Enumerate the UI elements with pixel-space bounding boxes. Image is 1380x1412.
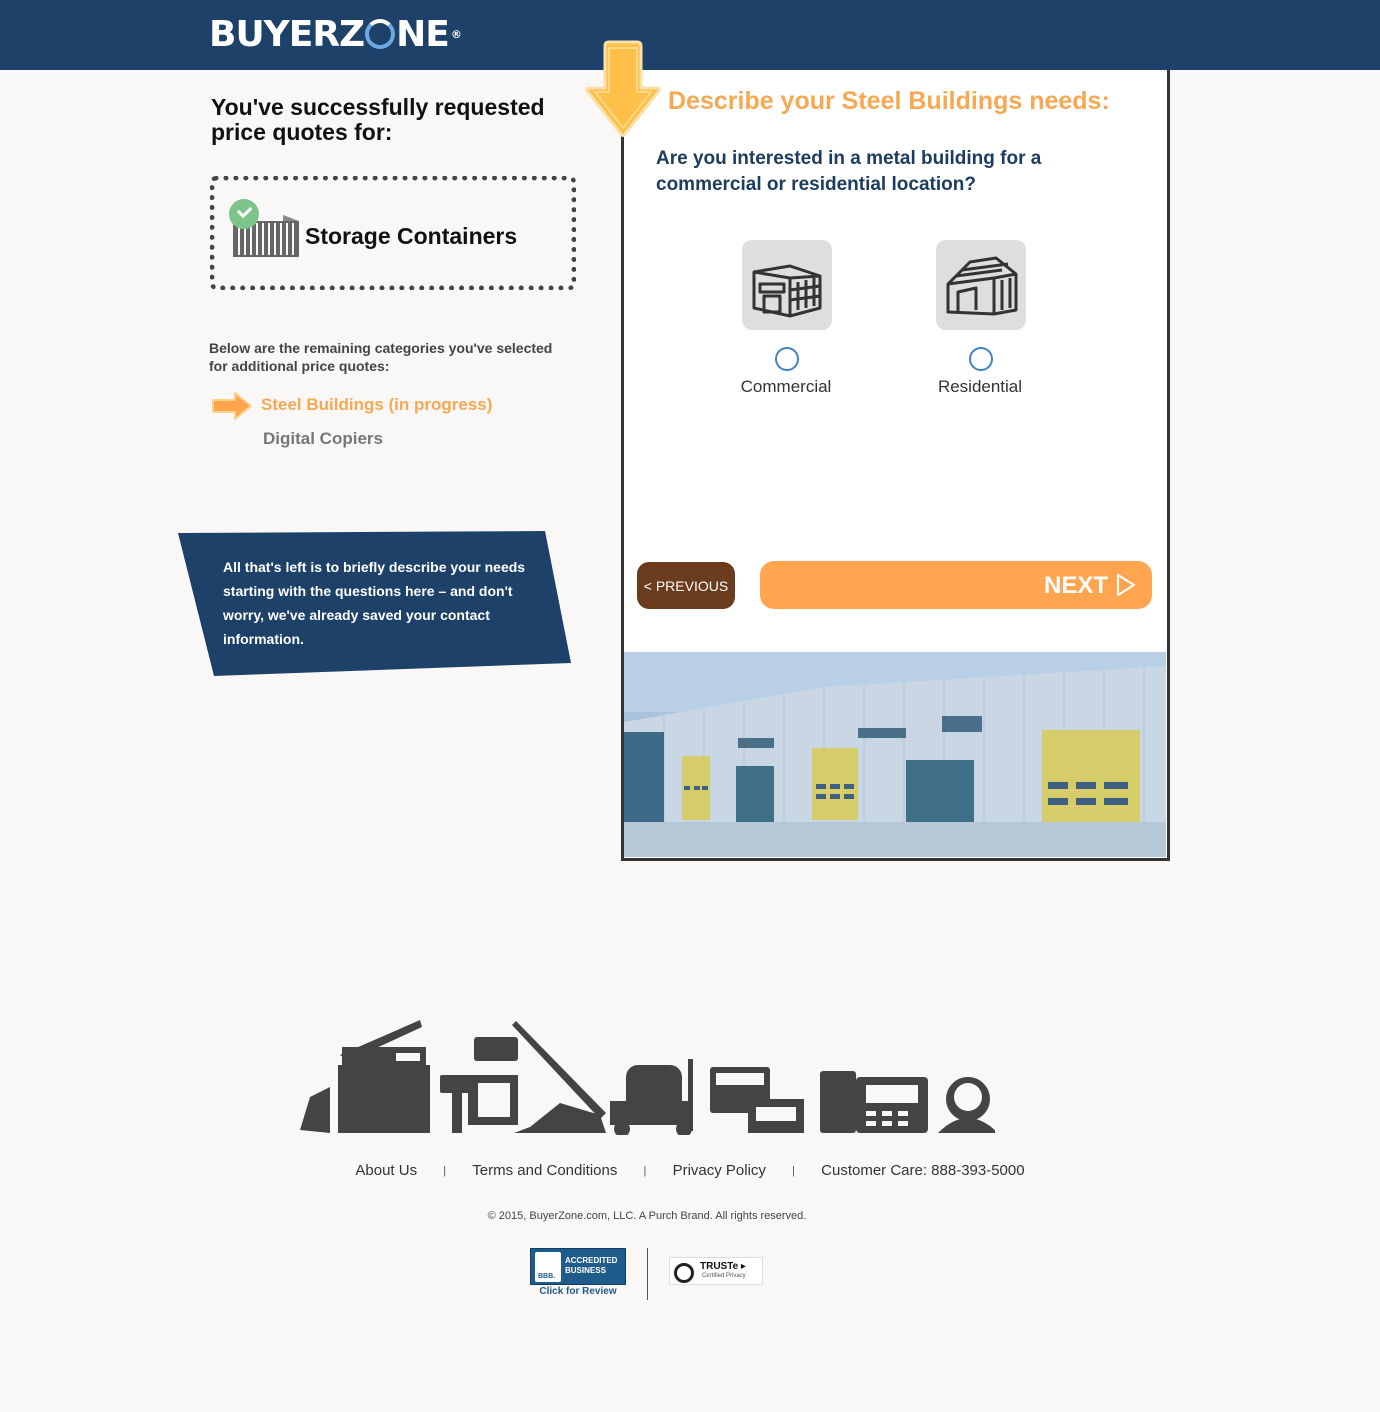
residential-option-tile[interactable]	[936, 240, 1026, 330]
bbb-seal-text: BBB.	[538, 1273, 556, 1280]
terms-link[interactable]: Terms and Conditions	[472, 1162, 617, 1179]
commercial-label: Commercial	[740, 377, 832, 396]
footer-separator: |	[643, 1165, 647, 1178]
residential-radio[interactable]	[969, 347, 993, 371]
residential-label: Residential	[937, 377, 1023, 396]
checkmark-icon	[229, 199, 259, 229]
play-arrow-icon	[1117, 574, 1135, 596]
truste-name: TRUSTe ▸	[700, 1261, 746, 1272]
buyerzone-logo[interactable]: BUYERZ NE ®	[209, 14, 462, 56]
commercial-building-icon	[752, 264, 822, 318]
truste-logo-icon	[674, 1263, 694, 1283]
previous-button[interactable]: < PREVIOUS	[637, 562, 735, 609]
completed-category-box: Storage Containers	[210, 176, 576, 290]
residential-building-icon	[946, 256, 1018, 316]
commercial-option-tile[interactable]	[742, 240, 832, 330]
remaining-categories-text: Below are the remaining categories you'v…	[209, 340, 553, 374]
bbb-accredited-badge[interactable]: BBB. ACCREDITED BUSINESS Click for Revie…	[530, 1248, 626, 1298]
next-button[interactable]: NEXT	[760, 561, 1152, 609]
logo-registered-mark: ®	[450, 28, 462, 41]
info-note-text: All that's left is to briefly describe y…	[223, 559, 526, 647]
logo-ring-icon	[365, 19, 396, 49]
form-question: Are you interested in a metal building f…	[656, 148, 1042, 195]
about-us-link[interactable]: About Us	[355, 1162, 417, 1179]
footer-equipment-icons	[300, 1020, 995, 1135]
info-note-box: All that's left is to briefly describe y…	[178, 531, 572, 677]
arrow-down-icon	[585, 40, 661, 137]
category-steel-buildings: Steel Buildings (in progress)	[261, 395, 493, 414]
commercial-radio[interactable]	[775, 347, 799, 371]
form-title: Describe your Steel Buildings needs:	[668, 87, 1110, 115]
bbb-torch-icon: BBB.	[535, 1252, 561, 1282]
arrow-right-icon	[212, 392, 252, 420]
next-button-label: NEXT	[1043, 572, 1108, 599]
footer-separator: |	[792, 1165, 795, 1178]
completed-category-label: Storage Containers	[305, 223, 518, 249]
footer-links: About Us | Terms and Conditions | Privac…	[0, 1162, 1380, 1179]
site-header: BUYERZ NE ®	[0, 0, 1380, 70]
customer-care-phone[interactable]: Customer Care: 888-393-5000	[821, 1162, 1024, 1179]
logo-text-left: BUYERZ	[209, 14, 365, 55]
steel-building-photo	[624, 652, 1166, 857]
truste-badge[interactable]: TRUSTe ▸ Certified Privacy	[669, 1257, 763, 1285]
footer-separator: |	[443, 1165, 447, 1178]
category-digital-copiers: Digital Copiers	[263, 429, 383, 448]
truste-subtitle: Certified Privacy	[702, 1273, 746, 1279]
privacy-policy-link[interactable]: Privacy Policy	[673, 1162, 766, 1179]
bbb-label: ACCREDITED BUSINESS	[565, 1256, 618, 1275]
bbb-badge-box: BBB. ACCREDITED BUSINESS	[530, 1248, 626, 1285]
logo-text-right: NE	[396, 14, 450, 55]
success-title: You've successfully requested price quot…	[211, 94, 545, 145]
copyright-text: © 2015, BuyerZone.com, LLC. A Purch Bran…	[487, 1210, 807, 1222]
bbb-review-link[interactable]: Click for Review	[530, 1286, 626, 1297]
badge-divider	[647, 1248, 648, 1300]
